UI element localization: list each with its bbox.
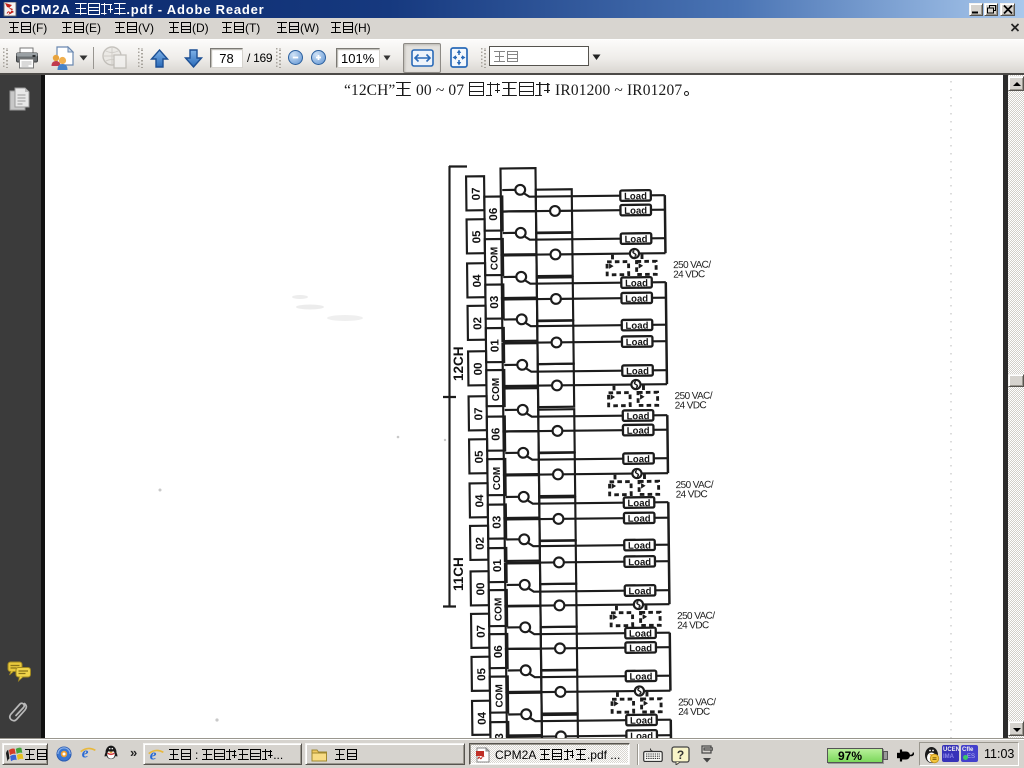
svg-text:05: 05 — [476, 667, 488, 681]
svg-text:Load: Load — [627, 454, 650, 465]
svg-text:Load: Load — [626, 337, 649, 348]
svg-text:06: 06 — [488, 208, 500, 221]
svg-text:COM: COM — [492, 467, 503, 490]
svg-text:05: 05 — [474, 450, 486, 464]
svg-text:Load: Load — [628, 514, 651, 525]
svg-text:00: 00 — [475, 582, 487, 595]
svg-text:07: 07 — [471, 187, 483, 200]
svg-text:12CH: 12CH — [451, 346, 466, 381]
svg-text:07: 07 — [473, 407, 485, 420]
svg-text:Load: Load — [630, 716, 653, 727]
svg-text:02: 02 — [472, 317, 484, 330]
svg-text:03: 03 — [491, 516, 503, 529]
svg-text:Load: Load — [625, 321, 648, 332]
svg-text:Load: Load — [626, 366, 649, 377]
svg-text:04: 04 — [472, 274, 484, 288]
svg-text:Load: Load — [624, 206, 647, 217]
svg-text:11CH: 11CH — [451, 557, 466, 591]
svg-text:Load: Load — [625, 294, 648, 305]
svg-text:24 VDC: 24 VDC — [676, 489, 708, 500]
svg-text:02: 02 — [475, 537, 487, 550]
svg-text:05: 05 — [471, 230, 483, 244]
svg-text:00: 00 — [473, 362, 485, 375]
svg-text:Load: Load — [627, 426, 650, 437]
svg-text:24 VDC: 24 VDC — [675, 400, 707, 411]
svg-text:Load: Load — [628, 586, 651, 597]
svg-text:03: 03 — [489, 296, 501, 309]
svg-text:Load: Load — [628, 541, 651, 552]
svg-text:24 VDC: 24 VDC — [673, 269, 705, 280]
svg-text:COM: COM — [489, 247, 500, 270]
svg-text:06: 06 — [493, 645, 505, 658]
svg-text:24 VDC: 24 VDC — [677, 620, 709, 631]
svg-text:06: 06 — [490, 428, 502, 441]
svg-text:01: 01 — [492, 559, 504, 573]
svg-text:Load: Load — [625, 278, 648, 289]
svg-text:04: 04 — [477, 711, 489, 725]
svg-text:?: ? — [677, 748, 684, 762]
svg-text:COM: COM — [493, 598, 504, 621]
svg-text:Load: Load — [624, 234, 647, 245]
svg-text:01: 01 — [489, 339, 501, 353]
svg-text:COM: COM — [491, 378, 502, 401]
svg-text:Load: Load — [626, 411, 649, 422]
svg-text:Load: Load — [629, 629, 652, 640]
svg-text:Load: Load — [629, 672, 652, 683]
svg-text:Load: Load — [630, 731, 653, 739]
svg-text:Load: Load — [629, 643, 652, 654]
svg-text:24 VDC: 24 VDC — [678, 707, 710, 718]
svg-text:07: 07 — [476, 625, 488, 638]
svg-text:Load: Load — [624, 191, 647, 202]
svg-text:Load: Load — [627, 498, 650, 509]
svg-text:COM: COM — [494, 684, 505, 707]
svg-text:04: 04 — [474, 494, 486, 508]
svg-text:Load: Load — [628, 557, 651, 568]
